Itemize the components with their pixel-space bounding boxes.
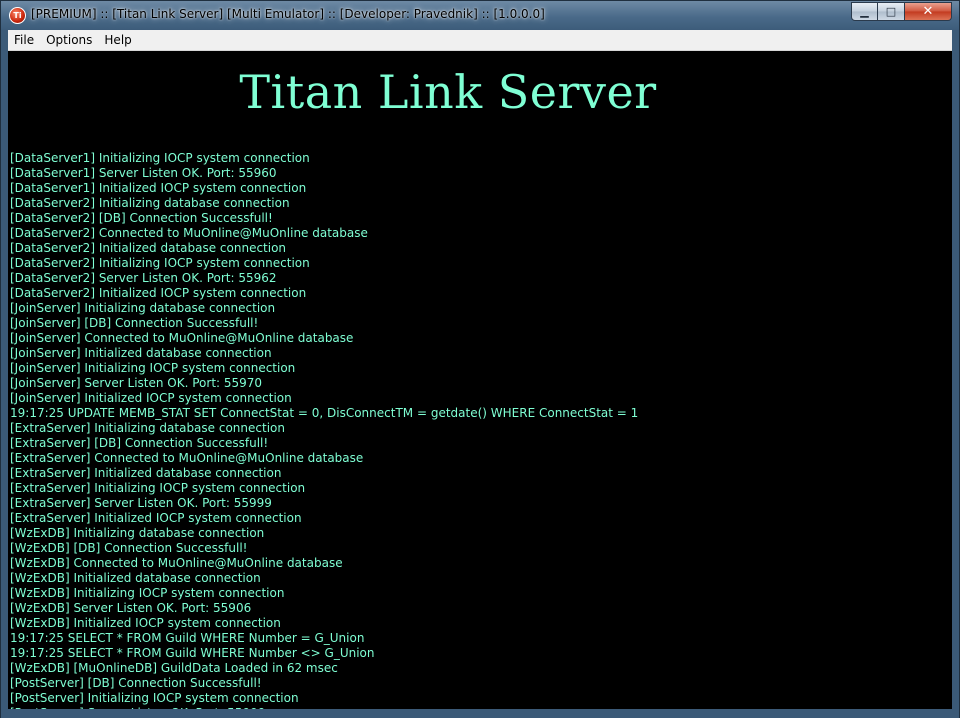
log-line: [ExtraServer] Initializing database conn… bbox=[10, 421, 285, 435]
log-line: [PostServer] Initializing IOCP system co… bbox=[10, 691, 299, 705]
log-line: [DataServer2] [DB] Connection Successful… bbox=[10, 211, 273, 225]
log-line: 19:17:25 UPDATE MEMB_STAT SET ConnectSta… bbox=[10, 406, 639, 420]
caption-buttons: ▁ □ ✕ bbox=[851, 2, 952, 21]
log-line: [DataServer2] Initialized database conne… bbox=[10, 241, 287, 255]
log-console[interactable]: Titan Link Server [DataServer1] Initiali… bbox=[8, 51, 952, 709]
menu-help[interactable]: Help bbox=[98, 30, 137, 50]
menu-file[interactable]: File bbox=[8, 30, 40, 50]
log-line: [WzExDB] [MuOnlineDB] GuildData Loaded i… bbox=[10, 661, 338, 675]
log-line: [ExtraServer] Initialized database conne… bbox=[10, 466, 282, 480]
window-title: [PREMIUM] :: [Titan Link Server] [Multi … bbox=[31, 7, 545, 21]
log-line: [JoinServer] Initialized IOCP system con… bbox=[10, 391, 292, 405]
app-icon[interactable]: Ti bbox=[9, 7, 26, 24]
log-line: [DataServer1] Server Listen OK. Port: 55… bbox=[10, 166, 277, 180]
log-line: [DataServer2] Initialized IOCP system co… bbox=[10, 286, 307, 300]
log-line: [ExtraServer] Initialized IOCP system co… bbox=[10, 511, 302, 525]
minimize-button[interactable]: ▁ bbox=[851, 2, 878, 21]
maximize-icon: □ bbox=[885, 5, 897, 18]
log-line: [JoinServer] Initialized database connec… bbox=[10, 346, 272, 360]
log-line: [DataServer2] Server Listen OK. Port: 55… bbox=[10, 271, 277, 285]
log-line: [ExtraServer] Server Listen OK. Port: 55… bbox=[10, 496, 272, 510]
log-lines: [DataServer1] Initializing IOCP system c… bbox=[10, 151, 638, 709]
window-frame-right bbox=[952, 30, 959, 710]
minimize-icon: ▁ bbox=[860, 5, 869, 18]
log-line: [WzExDB] Server Listen OK. Port: 55906 bbox=[10, 601, 252, 615]
log-line: [WzExDB] Initializing database connectio… bbox=[10, 526, 265, 540]
log-line: [JoinServer] Initializing database conne… bbox=[10, 301, 276, 315]
menu-bar: File Options Help bbox=[8, 30, 952, 51]
window-frame-bottom bbox=[1, 710, 959, 718]
app-window: Ti [PREMIUM] :: [Titan Link Server] [Mul… bbox=[0, 0, 960, 718]
log-line: [WzExDB] Initializing IOCP system connec… bbox=[10, 586, 285, 600]
log-line: [PostServer] Server Listen OK. Port: 559… bbox=[10, 706, 638, 709]
log-line: [WzExDB] Connected to MuOnline@MuOnline … bbox=[10, 556, 343, 570]
log-line: [WzExDB] Initialized database connection bbox=[10, 571, 261, 585]
log-line: [JoinServer] [DB] Connection Successfull… bbox=[10, 316, 259, 330]
log-line: 19:17:25 SELECT * FROM Guild WHERE Numbe… bbox=[10, 646, 375, 660]
log-line: [ExtraServer] Connected to MuOnline@MuOn… bbox=[10, 451, 364, 465]
log-line: [DataServer2] Initializing database conn… bbox=[10, 196, 290, 210]
close-button[interactable]: ✕ bbox=[905, 2, 952, 21]
log-line: [JoinServer] Server Listen OK. Port: 559… bbox=[10, 376, 263, 390]
log-line: [DataServer2] Connected to MuOnline@MuOn… bbox=[10, 226, 368, 240]
log-line: [PostServer] [DB] Connection Successfull… bbox=[10, 676, 262, 690]
log-line: [JoinServer] Connected to MuOnline@MuOnl… bbox=[10, 331, 354, 345]
log-line: [ExtraServer] [DB] Connection Successful… bbox=[10, 436, 269, 450]
title-bar[interactable]: Ti [PREMIUM] :: [Titan Link Server] [Mul… bbox=[1, 1, 959, 30]
log-line: [DataServer1] Initializing IOCP system c… bbox=[10, 151, 310, 165]
maximize-button[interactable]: □ bbox=[878, 2, 905, 21]
log-line: [DataServer2] Initializing IOCP system c… bbox=[10, 256, 310, 270]
log-line: [JoinServer] Initializing IOCP system co… bbox=[10, 361, 296, 375]
close-icon: ✕ bbox=[922, 4, 934, 19]
log-line: [WzExDB] [DB] Connection Successfull! bbox=[10, 541, 248, 555]
menu-options[interactable]: Options bbox=[40, 30, 98, 50]
banner-title: Titan Link Server bbox=[239, 65, 657, 119]
log-line: 19:17:25 SELECT * FROM Guild WHERE Numbe… bbox=[10, 631, 365, 645]
log-line: [WzExDB] Initialized IOCP system connect… bbox=[10, 616, 281, 630]
log-line: [ExtraServer] Initializing IOCP system c… bbox=[10, 481, 306, 495]
log-line: [DataServer1] Initialized IOCP system co… bbox=[10, 181, 307, 195]
